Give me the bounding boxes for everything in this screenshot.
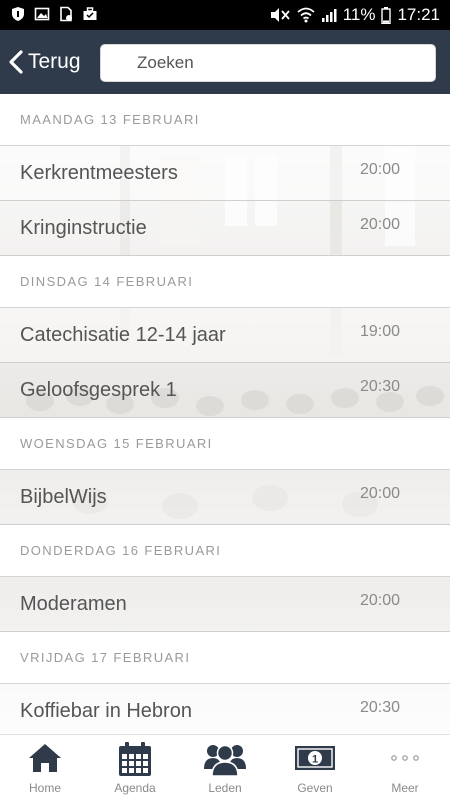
event-title: Koffiebar in Hebron [20, 700, 192, 722]
day-header: MAANDAG 13 FEBRUARI [0, 94, 450, 146]
status-bar: 11% 17:21 [0, 0, 450, 30]
event-row[interactable]: BijbelWijs 20:00 [0, 470, 450, 525]
banknote-icon: 1 [295, 746, 335, 770]
svg-text:1: 1 [312, 754, 318, 766]
event-time: 19:00 [359, 323, 400, 340]
day-header-label: DINSDAG 14 FEBRUARI [20, 274, 194, 289]
day-header: DINSDAG 14 FEBRUARI [0, 256, 450, 308]
event-title: Moderamen [20, 593, 127, 615]
event-time: 20:00 [359, 161, 400, 178]
status-notification-icons [10, 6, 98, 22]
event-title: Kringinstructie [20, 217, 147, 239]
briefcase-icon [83, 7, 97, 20]
more-icon [391, 755, 419, 761]
tab-meer-label: Meer [391, 781, 419, 795]
day-header: VRIJDAG 17 FEBRUARI [0, 632, 450, 684]
tab-geven[interactable]: 1 Geven [270, 735, 360, 800]
event-time: 20:00 [359, 592, 400, 609]
wifi-icon [297, 7, 315, 23]
day-header: DONDERDAG 16 FEBRUARI [0, 525, 450, 577]
signal-icon [321, 9, 337, 22]
tab-home[interactable]: Home [0, 735, 90, 800]
battery-icon [381, 6, 392, 24]
tab-leden-label: Leden [208, 781, 242, 795]
shield-icon [12, 7, 24, 21]
chevron-left-icon [9, 50, 23, 74]
tab-geven-label: Geven [297, 781, 333, 795]
home-icon [29, 744, 61, 772]
event-time: 20:30 [359, 378, 400, 395]
tab-agenda-label: Agenda [114, 781, 156, 795]
tab-home-label: Home [28, 781, 61, 795]
back-button-label: Terug [28, 50, 81, 73]
event-time: 20:00 [359, 485, 400, 502]
event-row[interactable]: Kerkrentmeesters 20:00 [0, 146, 450, 201]
search-box[interactable] [100, 44, 436, 82]
event-title: Catechisatie 12-14 jaar [20, 324, 226, 346]
tab-leden[interactable]: Leden [180, 735, 270, 800]
day-header-label: DONDERDAG 16 FEBRUARI [20, 543, 222, 558]
event-title: Geloofsgesprek 1 [20, 379, 177, 401]
agenda-list[interactable]: MAANDAG 13 FEBRUARI Kerkrentmeesters 20:00… [0, 94, 450, 734]
day-header-label: MAANDAG 13 FEBRUARI [20, 112, 200, 127]
calendar-icon [119, 742, 151, 776]
members-icon [204, 744, 246, 777]
tab-agenda[interactable]: Agenda [90, 735, 180, 800]
tab-meer[interactable]: Meer [360, 735, 450, 800]
day-header-label: VRIJDAG 17 FEBRUARI [20, 650, 191, 665]
search-input[interactable] [101, 45, 435, 81]
clock: 17:21 [397, 5, 440, 24]
event-title: Kerkrentmeesters [20, 162, 178, 184]
mute-icon [270, 8, 290, 22]
agenda-rows: MAANDAG 13 FEBRUARI Kerkrentmeesters 20:00… [0, 94, 450, 734]
status-system-icons: 11% 17:21 [269, 5, 440, 25]
day-header-label: WOENSDAG 15 FEBRUARI [20, 436, 213, 451]
event-row[interactable]: Moderamen 20:00 [0, 577, 450, 632]
event-title: BijbelWijs [20, 486, 107, 508]
event-row[interactable]: Catechisatie 12-14 jaar 19:00 [0, 308, 450, 363]
battery-percentage: 11% [342, 5, 376, 24]
event-row[interactable]: Geloofsgesprek 1 20:30 [0, 363, 450, 418]
day-header: WOENSDAG 15 FEBRUARI [0, 418, 450, 470]
image-icon [34, 7, 50, 21]
event-row[interactable]: Koffiebar in Hebron 20:30 [0, 684, 450, 734]
sim-icon [60, 6, 72, 22]
back-button[interactable]: Terug [8, 44, 81, 80]
event-time: 20:00 [359, 216, 400, 233]
tab-bar: Home Agenda Leden 1 Geven Meer [0, 734, 450, 800]
navigation-bar: Terug [0, 30, 450, 94]
event-row[interactable]: Kringinstructie 20:00 [0, 201, 450, 256]
event-time: 20:30 [359, 699, 400, 716]
